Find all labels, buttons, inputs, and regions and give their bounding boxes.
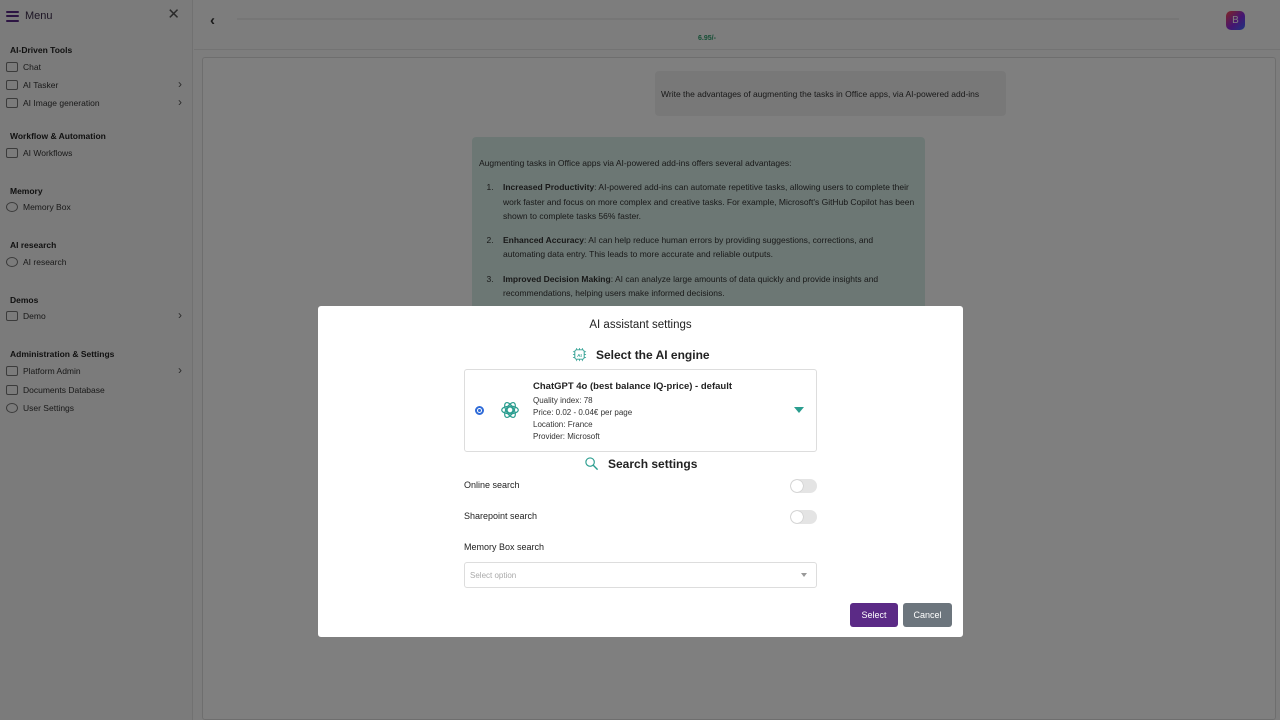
online-search-toggle[interactable] xyxy=(790,479,817,493)
engine-price: Price: 0.02 - 0.04€ per page xyxy=(533,408,633,417)
engine-quality: Quality index: 78 xyxy=(533,396,593,405)
engine-name: ChatGPT 4o (best balance IQ-price) - def… xyxy=(533,381,733,392)
search-heading: Search settings xyxy=(584,456,697,471)
ai-settings-modal: AI assistant settings AI Select the AI e… xyxy=(318,306,963,637)
select-placeholder: Select option xyxy=(470,571,517,580)
search-settings-icon xyxy=(585,457,599,471)
engine-card[interactable]: ChatGPT 4o (best balance IQ-price) - def… xyxy=(464,369,817,452)
engine-provider: Provider: Microsoft xyxy=(533,432,600,441)
online-search-label: Online search xyxy=(464,480,520,490)
select-button[interactable]: Select xyxy=(850,603,898,627)
dropdown-caret-icon[interactable] xyxy=(794,407,804,413)
engine-heading: AI Select the AI engine xyxy=(572,347,710,362)
sharepoint-search-label: Sharepoint search xyxy=(464,511,538,521)
ai-chip-icon: AI xyxy=(572,347,587,362)
chevron-down-icon xyxy=(801,573,807,577)
engine-heading-text: Select the AI engine xyxy=(596,347,710,362)
engine-location: Location: France xyxy=(533,420,593,429)
svg-text:AI: AI xyxy=(577,353,582,358)
openai-logo-icon xyxy=(501,402,519,418)
engine-radio[interactable] xyxy=(475,406,484,415)
memory-box-select[interactable]: Select option xyxy=(464,562,817,588)
cancel-button[interactable]: Cancel xyxy=(903,603,952,627)
memory-box-search-label: Memory Box search xyxy=(464,542,545,552)
sharepoint-search-toggle[interactable] xyxy=(790,510,817,524)
modal-title: AI assistant settings xyxy=(589,319,692,331)
search-heading-text: Search settings xyxy=(608,456,698,471)
